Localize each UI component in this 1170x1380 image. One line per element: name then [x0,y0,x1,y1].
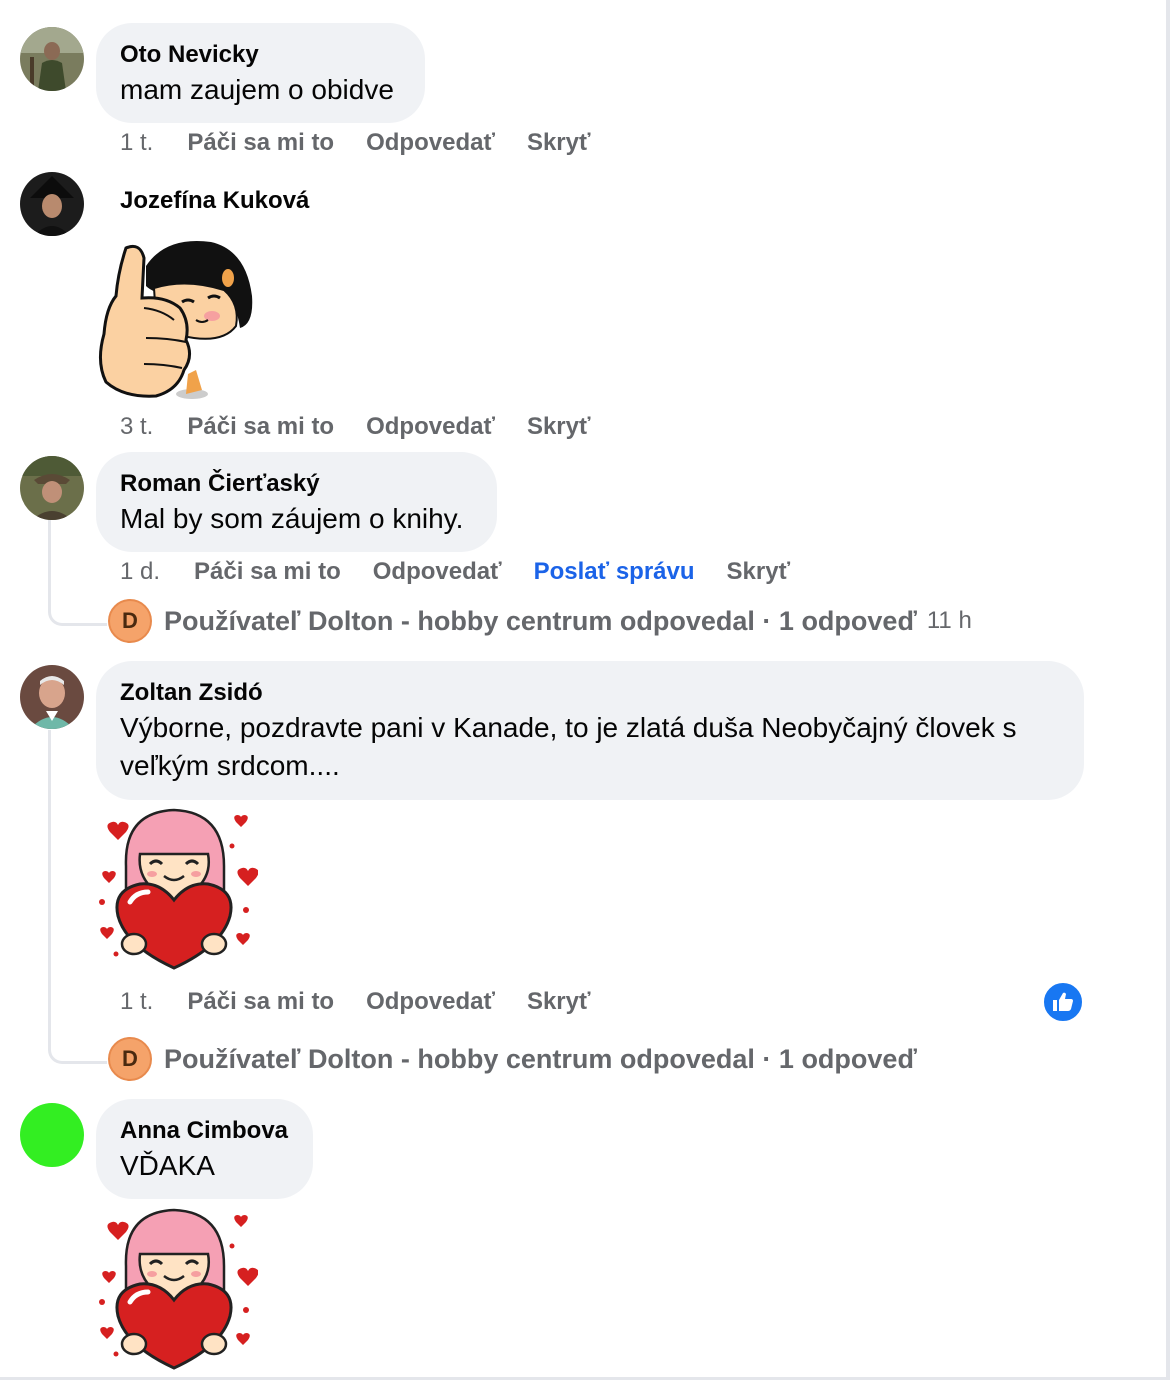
comment-text: mam zaujem o obidve [120,74,394,105]
dolton-avatar: D [108,1037,152,1081]
like-button[interactable]: Páči sa mi to [194,556,341,588]
reply-button[interactable]: Odpovedať [366,127,495,159]
comment-author[interactable]: Oto Nevicky [120,39,401,71]
comment-bubble: Anna Cimbova VĎAKA [96,1099,313,1199]
thread-connector-line [48,520,107,626]
comment-bubble: Zoltan Zsidó Výborne, pozdravte pani v K… [96,661,1084,800]
comment-text: VĎAKA [120,1150,215,1181]
view-replies-link[interactable]: D Používateľ Dolton - hobby centrum odpo… [108,1037,917,1081]
avatar-oto-nevicky[interactable] [20,27,84,91]
comment-time[interactable]: 1 t. [120,127,153,159]
avatar-roman-ciertasky[interactable] [20,456,84,520]
avatar-anna-cimbova[interactable] [20,1103,84,1167]
replies-time: 11 h [926,607,972,634]
like-reaction-icon[interactable] [1042,981,1084,1023]
comment-time[interactable]: 1 t. [120,986,153,1018]
replies-summary[interactable]: Používateľ Dolton - hobby centrum odpove… [164,606,917,637]
right-border [1166,0,1170,1380]
thumbs-up-icon [1053,992,1073,1011]
reply-button[interactable]: Odpovedať [373,556,502,588]
comment-actions: 1 d. Páči sa mi to Odpovedať Poslať sprá… [120,556,822,588]
reply-button[interactable]: Odpovedať [366,411,495,443]
comment-author[interactable]: Roman Čierťaský [120,468,473,500]
comment-time[interactable]: 3 t. [120,411,153,443]
hide-button[interactable]: Skryť [527,127,591,159]
like-button[interactable]: Páči sa mi to [187,411,334,443]
like-button[interactable]: Páči sa mi to [187,986,334,1018]
hide-button[interactable]: Skryť [527,986,591,1018]
hide-button[interactable]: Skryť [727,556,791,588]
comment-text: Výborne, pozdravte pani v Kanade, to je … [120,712,1017,781]
comment-author[interactable]: Anna Cimbova [120,1115,289,1147]
thumbs-up-girl-sticker [96,238,258,400]
comment-text: Mal by som záujem o knihy. [120,503,464,534]
comment-bubble: Roman Čierťaský Mal by som záujem o knih… [96,452,497,552]
reply-button[interactable]: Odpovedať [366,986,495,1018]
replies-summary[interactable]: Používateľ Dolton - hobby centrum odpove… [164,1044,917,1075]
avatar-jozefina-kukova[interactable] [20,172,84,236]
heart-girl-sticker [96,1206,258,1370]
heart-girl-sticker [96,806,258,970]
comment-actions: 1 t. Páči sa mi to Odpovedať Skryť [120,127,623,159]
comment-actions: 3 t. Páči sa mi to Odpovedať Skryť [120,411,623,443]
comment-author[interactable]: Jozefína Kuková [120,185,309,217]
comment-author[interactable]: Zoltan Zsidó [120,677,1060,709]
avatar-zoltan-zsido[interactable] [20,665,84,729]
send-message-button[interactable]: Poslať správu [534,556,695,588]
view-replies-link[interactable]: D Používateľ Dolton - hobby centrum odpo… [108,599,972,643]
comment-time[interactable]: 1 d. [120,556,160,588]
comment-bubble: Oto Nevicky mam zaujem o obidve [96,23,425,123]
like-button[interactable]: Páči sa mi to [187,127,334,159]
hide-button[interactable]: Skryť [527,411,591,443]
comment-actions: 1 t. Páči sa mi to Odpovedať Skryť [120,986,623,1018]
dolton-avatar: D [108,599,152,643]
